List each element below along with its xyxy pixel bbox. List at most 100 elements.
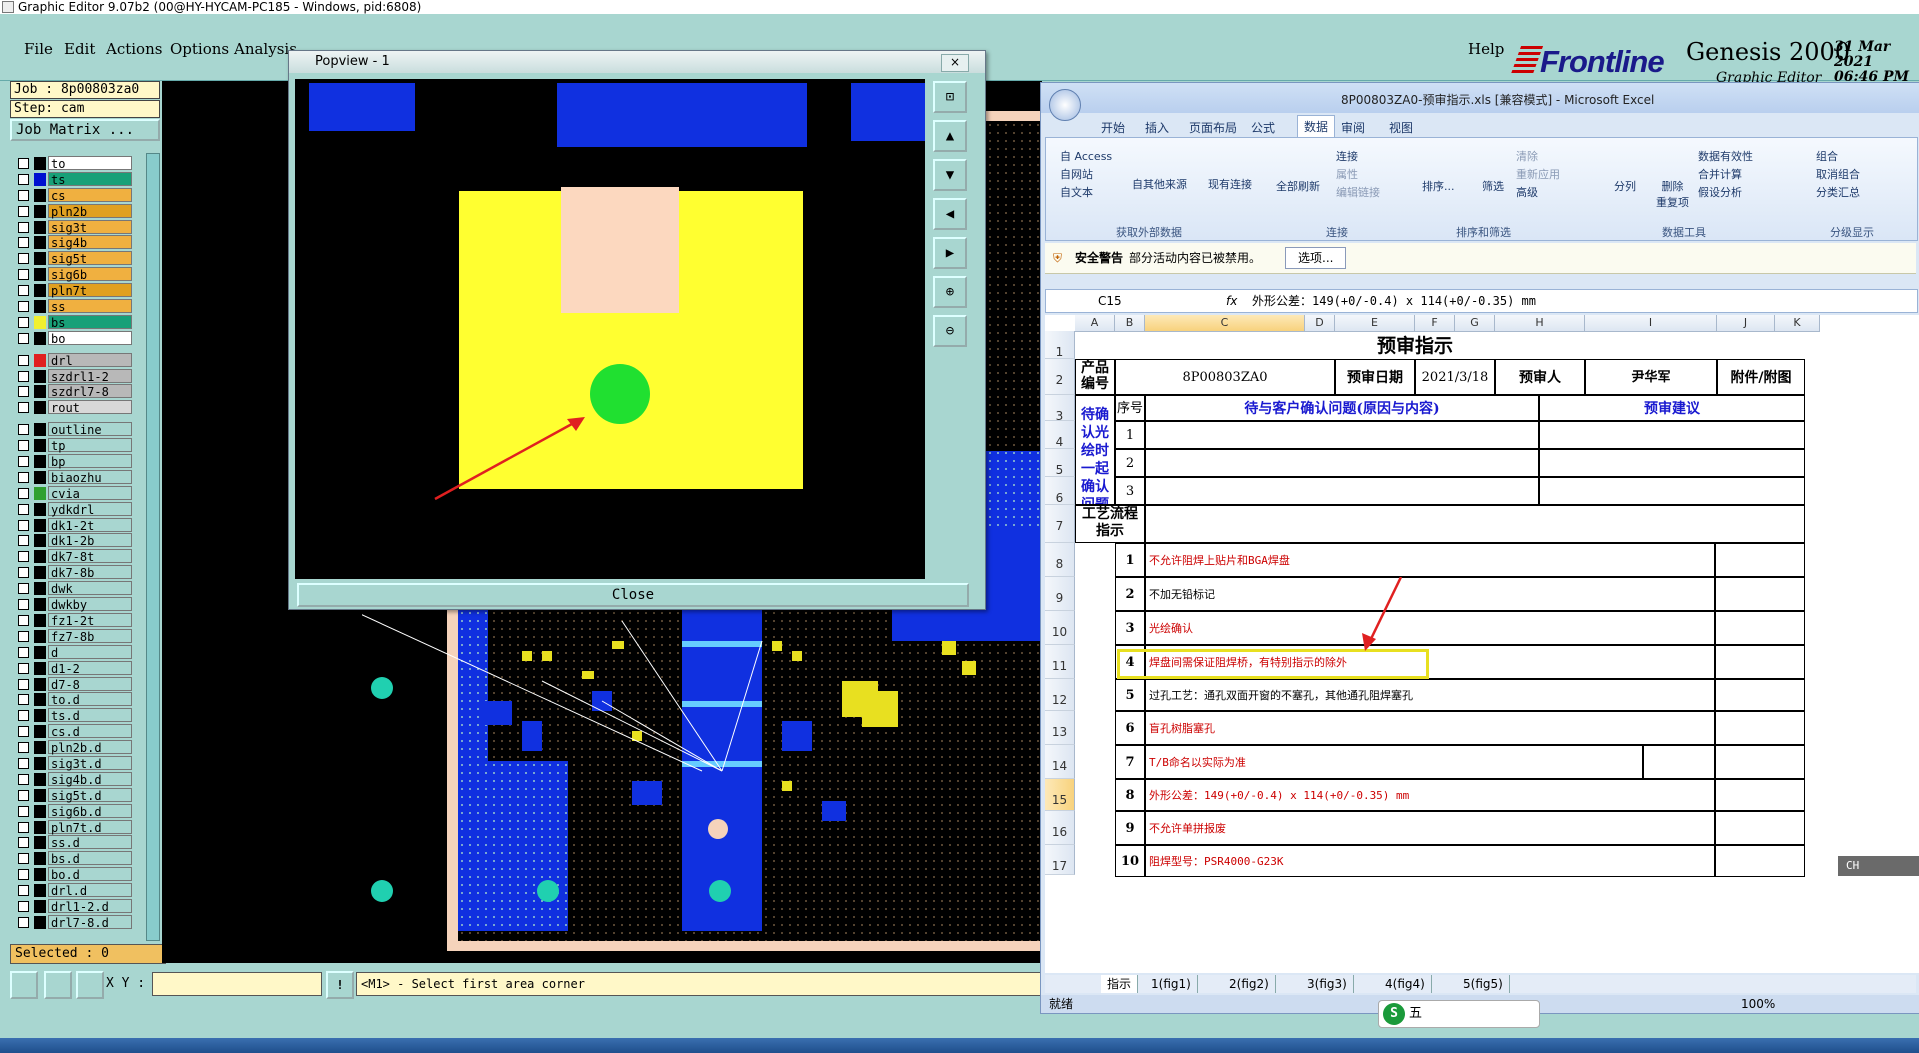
advanced-button[interactable]: 高级 — [1516, 184, 1538, 200]
instruction-extra[interactable] — [1715, 645, 1805, 679]
ribbon-tab[interactable]: 开始 — [1101, 119, 1125, 136]
instruction-number[interactable]: 3 — [1115, 611, 1145, 645]
layer-checkbox[interactable] — [18, 773, 29, 785]
layer-row[interactable]: sig3t.d — [12, 755, 132, 772]
instruction-extra[interactable] — [1715, 811, 1805, 845]
layer-row[interactable]: fz7-8b — [12, 628, 132, 645]
column-header[interactable]: E — [1335, 315, 1415, 332]
instruction-number[interactable]: 7 — [1115, 745, 1145, 779]
zoom-out-icon[interactable]: ⊖ — [933, 315, 967, 347]
row-header[interactable]: 11 — [1045, 645, 1075, 679]
group-button[interactable]: 组合 — [1816, 148, 1838, 164]
ribbon-tab[interactable]: 插入 — [1145, 119, 1169, 136]
layer-row[interactable]: sig4b — [12, 235, 132, 251]
instruction-text[interactable]: 外形公差：149(+0/-0.4) x 114(+0/-0.35) mm — [1145, 779, 1715, 811]
layer-scrollbar[interactable] — [146, 153, 160, 941]
menu-file[interactable]: File — [24, 40, 53, 58]
layer-row[interactable]: ss — [12, 299, 132, 315]
layer-row[interactable]: cs — [12, 187, 132, 204]
layer-checkbox[interactable] — [18, 614, 29, 626]
data-validation-button[interactable]: 数据有效性 — [1698, 148, 1753, 164]
ribbon-tab[interactable]: 页面布局 — [1189, 119, 1237, 136]
layer-row[interactable]: dk1-2b — [12, 533, 132, 549]
question-number[interactable]: 3 — [1115, 477, 1145, 505]
instruction-number[interactable]: 6 — [1115, 711, 1145, 745]
instruction-number[interactable]: 1 — [1115, 543, 1145, 577]
properties-button[interactable]: 属性 — [1336, 166, 1358, 182]
layer-checkbox[interactable] — [18, 301, 29, 313]
column-header[interactable]: H — [1495, 315, 1585, 332]
sheet-title[interactable]: 预审指示 — [1145, 333, 1685, 359]
layer-checkbox[interactable] — [18, 332, 29, 344]
attachment-label[interactable]: 附件/附图 — [1717, 359, 1805, 395]
layer-checkbox[interactable] — [18, 853, 29, 865]
edit-links-button[interactable]: 编辑链接 — [1336, 184, 1380, 200]
layer-row[interactable]: bs — [12, 314, 132, 331]
popview-close-button[interactable]: Close — [297, 583, 969, 607]
layer-checkbox[interactable] — [18, 662, 29, 674]
product-no-label[interactable]: 产品编号 — [1075, 359, 1115, 395]
layer-checkbox[interactable] — [18, 900, 29, 912]
reviewer[interactable]: 尹华军 — [1585, 359, 1717, 395]
ribbon-tab[interactable]: 审阅 — [1341, 119, 1365, 136]
row-header[interactable]: 9 — [1045, 577, 1075, 611]
active-cell[interactable] — [1144, 744, 1644, 780]
security-options-button[interactable]: 选项... — [1285, 247, 1347, 269]
row-header[interactable]: 10 — [1045, 611, 1075, 645]
instruction-extra[interactable] — [1715, 543, 1805, 577]
instruction-text[interactable]: 盲孔树脂塞孔 — [1145, 711, 1715, 745]
from-access-button[interactable]: 自 Access — [1060, 148, 1112, 164]
formula-input[interactable]: 外形公差：149(+0/-0.4) x 114(+0/-0.35) mm — [1252, 290, 1536, 312]
layer-checkbox[interactable] — [18, 630, 29, 642]
layer-row[interactable]: sig3t — [12, 219, 132, 236]
layer-checkbox[interactable] — [18, 503, 29, 515]
zoom-fit-icon[interactable]: ⊡ — [933, 81, 967, 113]
layer-row[interactable]: d1-2 — [12, 660, 132, 677]
layer-checkbox[interactable] — [18, 519, 29, 531]
layer-checkbox[interactable] — [18, 386, 29, 398]
layer-row[interactable]: dwkby — [12, 597, 132, 613]
filter-button[interactable]: 筛选 — [1482, 178, 1504, 194]
layer-row[interactable]: tp — [12, 438, 132, 454]
layer-row[interactable]: ydkdrl — [12, 501, 132, 518]
product-no[interactable]: 8P00803ZA0 — [1115, 359, 1335, 395]
layer-checkbox[interactable] — [18, 869, 29, 881]
layer-checkbox[interactable] — [18, 456, 29, 468]
layer-row[interactable]: biaozhu — [12, 469, 132, 486]
seq-label[interactable]: 序号 — [1115, 395, 1145, 421]
instruction-extra[interactable] — [1715, 679, 1805, 711]
suggestion-cell[interactable] — [1539, 449, 1805, 477]
consolidate-button[interactable]: 合并计算 — [1698, 166, 1742, 182]
suggestion-cell[interactable] — [1539, 477, 1805, 505]
layer-checkbox[interactable] — [18, 885, 29, 897]
pan-right-icon[interactable]: ▶ — [933, 237, 967, 269]
question-number[interactable]: 1 — [1115, 421, 1145, 449]
clear-button[interactable]: 清除 — [1516, 148, 1538, 164]
sheet-tab[interactable]: 4(fig4) — [1379, 975, 1432, 993]
layer-row[interactable]: drl — [12, 352, 132, 369]
job-matrix-button[interactable]: Job Matrix ... — [10, 119, 160, 141]
layer-row[interactable]: sig5t.d — [12, 787, 132, 804]
text-to-columns-button[interactable]: 分列 — [1614, 178, 1636, 194]
instruction-number[interactable]: 9 — [1115, 811, 1145, 845]
menu-options[interactable]: Options — [170, 40, 229, 58]
menu-actions[interactable]: Actions — [106, 40, 162, 58]
sort-button[interactable]: 排序... — [1422, 178, 1455, 194]
measure-icon[interactable] — [44, 971, 72, 999]
flow-label[interactable]: 工艺流程指示 — [1075, 505, 1145, 543]
suggestion-cell[interactable] — [1539, 421, 1805, 449]
layer-row[interactable]: drl1-2.d — [12, 898, 132, 915]
column-header[interactable]: F — [1415, 315, 1455, 332]
language-bar[interactable]: CH — [1838, 856, 1919, 876]
layer-row[interactable]: pln7t.d — [12, 819, 132, 836]
instruction-number[interactable]: 2 — [1115, 577, 1145, 611]
close-icon[interactable]: × — [941, 54, 969, 72]
alert-icon[interactable]: ! — [326, 971, 354, 999]
layer-row[interactable]: to — [12, 156, 132, 172]
reviewer-label[interactable]: 预审人 — [1495, 359, 1585, 395]
layer-checkbox[interactable] — [18, 205, 29, 217]
from-text-button[interactable]: 自文本 — [1060, 184, 1093, 200]
layer-checkbox[interactable] — [18, 710, 29, 722]
layer-checkbox[interactable] — [18, 551, 29, 563]
row-header[interactable]: 7 — [1045, 505, 1075, 543]
